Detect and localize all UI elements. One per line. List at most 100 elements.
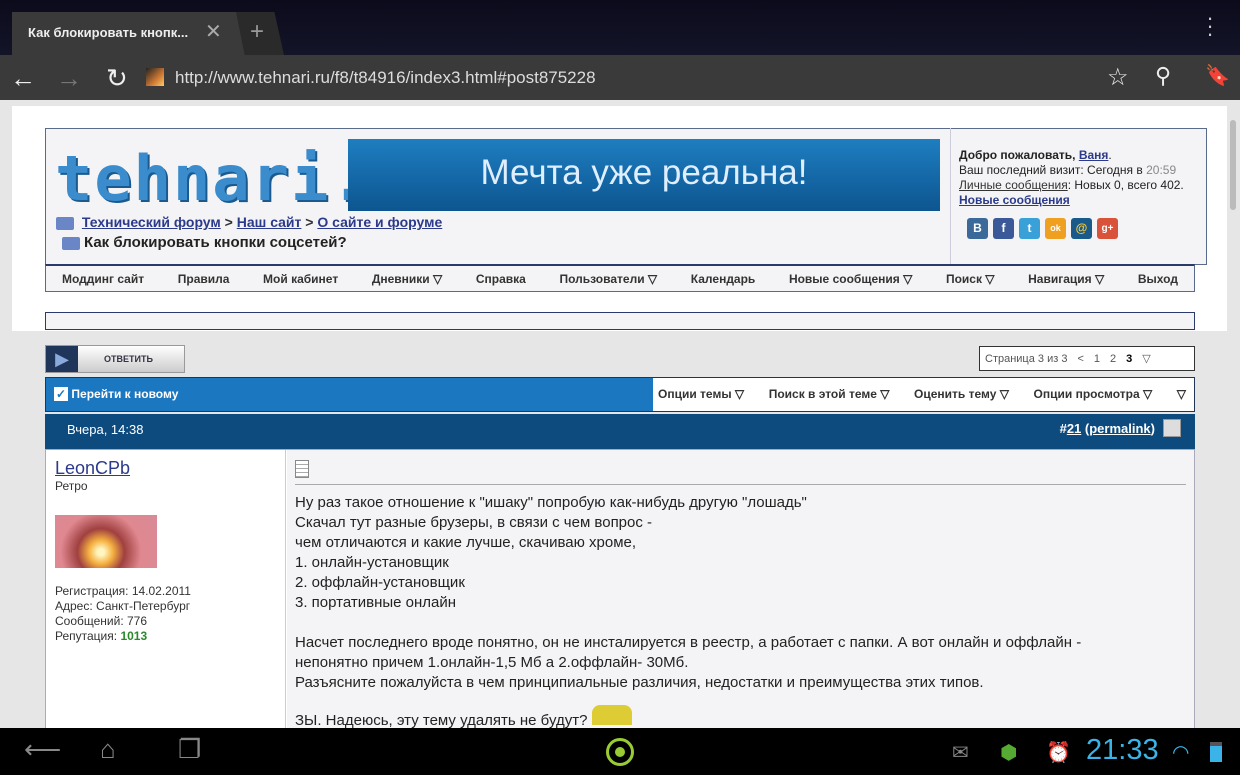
nav-logout[interactable]: Выход xyxy=(1138,272,1178,286)
overflow-menu-icon[interactable]: · · · xyxy=(1205,7,1215,45)
view-options[interactable]: Опции просмотра ▽ xyxy=(1034,387,1153,401)
post-line: Скачал тут разные брузеры, в связи с чем… xyxy=(295,514,653,531)
rate-thread[interactable]: Оценить тему ▽ xyxy=(914,387,1009,401)
dot: . xyxy=(1108,148,1112,162)
scrollbar[interactable] xyxy=(1230,120,1236,210)
browser-tab[interactable]: Как блокировать кнопк... xyxy=(12,12,262,55)
notice-strip xyxy=(45,312,1195,330)
nav-calendar[interactable]: Календарь xyxy=(691,272,756,286)
page-prev[interactable]: < xyxy=(1072,353,1088,365)
pm-count: : Новых 0, всего 402. xyxy=(1067,178,1184,192)
nav-rules[interactable]: Правила xyxy=(178,272,230,286)
post-permalink: #21 (permalink) xyxy=(1059,421,1155,436)
search-icon[interactable]: ⚲ xyxy=(1155,63,1171,89)
breadcrumb-sep: > xyxy=(224,214,233,230)
close-tab-icon[interactable]: ✕ xyxy=(205,22,222,42)
post-line xyxy=(295,613,1186,633)
wifi-icon[interactable]: ◠ xyxy=(1172,740,1189,765)
user-address: Адрес: Санкт-Петербург xyxy=(55,599,191,613)
rep-value: 1013 xyxy=(120,629,148,643)
back-nav-icon[interactable]: ⟵ xyxy=(24,734,61,765)
page-2[interactable]: 2 xyxy=(1105,353,1121,365)
nav-new-posts[interactable]: Новые сообщения ▽ xyxy=(789,272,912,286)
social-buttons: B f t ok @ g+ xyxy=(959,218,1207,239)
post-date: Вчера, 14:38 xyxy=(67,422,144,437)
ad-banner[interactable]: Мечта уже реальна! xyxy=(348,139,940,211)
nav-cabinet[interactable]: Мой кабинет xyxy=(263,272,338,286)
hash: # xyxy=(1059,421,1067,436)
reply-button[interactable]: ▶ ОТВЕТИТЬ xyxy=(45,345,185,373)
facebook-icon[interactable]: f xyxy=(993,218,1014,239)
welcome-box: Добро пожаловать, Ваня. Ваш последний ви… xyxy=(950,128,1207,265)
folder-icon xyxy=(62,236,80,250)
back-icon[interactable]: ← xyxy=(10,63,36,94)
select-post-checkbox[interactable] xyxy=(1163,419,1181,437)
post: LeonCPb Ретро Регистрация: 14.02.2011 Ад… xyxy=(45,449,1195,739)
forward-icon[interactable]: → xyxy=(56,63,82,94)
pagination: Страница 3 из 3 < 1 2 3 ▽ xyxy=(979,346,1195,371)
nav-diaries[interactable]: Дневники ▽ xyxy=(372,272,442,286)
post-line: Разъясните пожалуйста в чем принципиальн… xyxy=(295,674,984,691)
vk-icon[interactable]: B xyxy=(967,218,988,239)
nav-search[interactable]: Поиск ▽ xyxy=(946,272,995,286)
more-options[interactable]: ▽ xyxy=(1177,387,1186,401)
post-line: чем отличаются и какие лучше, скачиваю х… xyxy=(295,534,637,551)
search-thread[interactable]: Поиск в этой теме ▽ xyxy=(769,387,890,401)
new-posts-link[interactable]: Новые сообщения xyxy=(959,193,1070,207)
goto-new-link[interactable]: ✓ Перейти к новому xyxy=(46,378,653,411)
home-nav-icon[interactable]: ⌂ xyxy=(100,734,116,765)
username-link[interactable]: LeonCPb xyxy=(55,458,276,479)
post-icon xyxy=(295,460,309,478)
avatar[interactable] xyxy=(55,515,157,568)
rep-label: Репутация: xyxy=(55,629,121,643)
post-message: Ну раз такое отношение к "ишаку" попробу… xyxy=(287,450,1194,738)
app-notification-icon[interactable]: ⬢ xyxy=(1000,740,1017,765)
launcher-icon[interactable] xyxy=(606,738,634,766)
alarm-icon[interactable]: ⏰ xyxy=(1046,740,1071,765)
reload-icon[interactable]: ↻ xyxy=(106,63,128,94)
mail-notification-icon[interactable]: ✉ xyxy=(952,740,969,765)
pm-link[interactable]: Личные сообщения xyxy=(959,178,1068,192)
page-1[interactable]: 1 xyxy=(1089,353,1105,365)
user-posts: Сообщений: 776 xyxy=(55,614,148,628)
reply-label: ОТВЕТИТЬ xyxy=(104,354,153,364)
clock[interactable]: 21:33 xyxy=(1086,734,1159,767)
user-link[interactable]: Ваня xyxy=(1079,148,1109,162)
post-line: Ну раз такое отношение к "ишаку" попробу… xyxy=(295,494,807,511)
breadcrumb: Технический форум > Наш сайт > О сайте и… xyxy=(56,214,442,230)
post-number[interactable]: 21 xyxy=(1067,421,1081,436)
breadcrumb-site[interactable]: Наш сайт xyxy=(237,214,302,230)
nav-navigation[interactable]: Навигация ▽ xyxy=(1028,272,1104,286)
thread-tools-bar: ✓ Перейти к новому Опции темы ▽ Поиск в … xyxy=(45,377,1195,412)
post-line: непонятно причем 1.онлайн-1,5 Мб а 2.офф… xyxy=(295,654,689,671)
checkbox-icon: ✓ xyxy=(54,387,69,401)
post-line: 3. портативные онлайн xyxy=(295,594,457,611)
breadcrumb-sep: > xyxy=(305,214,314,230)
play-arrow-icon: ▶ xyxy=(46,346,78,372)
page-title: Как блокировать кнопки соцсетей? xyxy=(62,234,347,251)
user-reg: Регистрация: 14.02.2011 xyxy=(55,584,191,598)
page-menu[interactable]: ▽ xyxy=(1137,352,1155,365)
nav-users[interactable]: Пользователи ▽ xyxy=(559,272,657,286)
smiley-icon xyxy=(591,705,632,725)
post-line: 2. оффлайн-установщик xyxy=(295,574,465,591)
post-line xyxy=(295,693,1186,705)
battery-icon[interactable] xyxy=(1210,742,1222,762)
url-input[interactable]: http://www.tehnari.ru/f8/t84916/index3.h… xyxy=(175,68,596,88)
odnoklassniki-icon[interactable]: ok xyxy=(1045,218,1066,239)
thread-options[interactable]: Опции темы ▽ xyxy=(658,387,744,401)
post-body: Ну раз такое отношение к "ишаку" попробу… xyxy=(295,493,1186,731)
google-plus-icon[interactable]: g+ xyxy=(1097,218,1118,239)
breadcrumb-forum[interactable]: Технический форум xyxy=(82,214,221,230)
permalink-link[interactable]: permalink xyxy=(1089,421,1150,436)
star-icon[interactable]: ☆ xyxy=(1107,63,1129,92)
goto-new-label: Перейти к новому xyxy=(71,387,179,401)
twitter-icon[interactable]: t xyxy=(1019,218,1040,239)
post-line: ЗЫ. Надеюсь, эту тему удалять не будут? xyxy=(295,712,588,729)
nav-help[interactable]: Справка xyxy=(476,272,526,286)
breadcrumb-about[interactable]: О сайте и форуме xyxy=(317,214,442,230)
recent-apps-icon[interactable]: ❐ xyxy=(178,734,201,765)
nav-modding[interactable]: Моддинг сайт xyxy=(62,272,144,286)
mailru-icon[interactable]: @ xyxy=(1071,218,1092,239)
bookmarks-icon[interactable]: 🔖 xyxy=(1205,63,1230,88)
